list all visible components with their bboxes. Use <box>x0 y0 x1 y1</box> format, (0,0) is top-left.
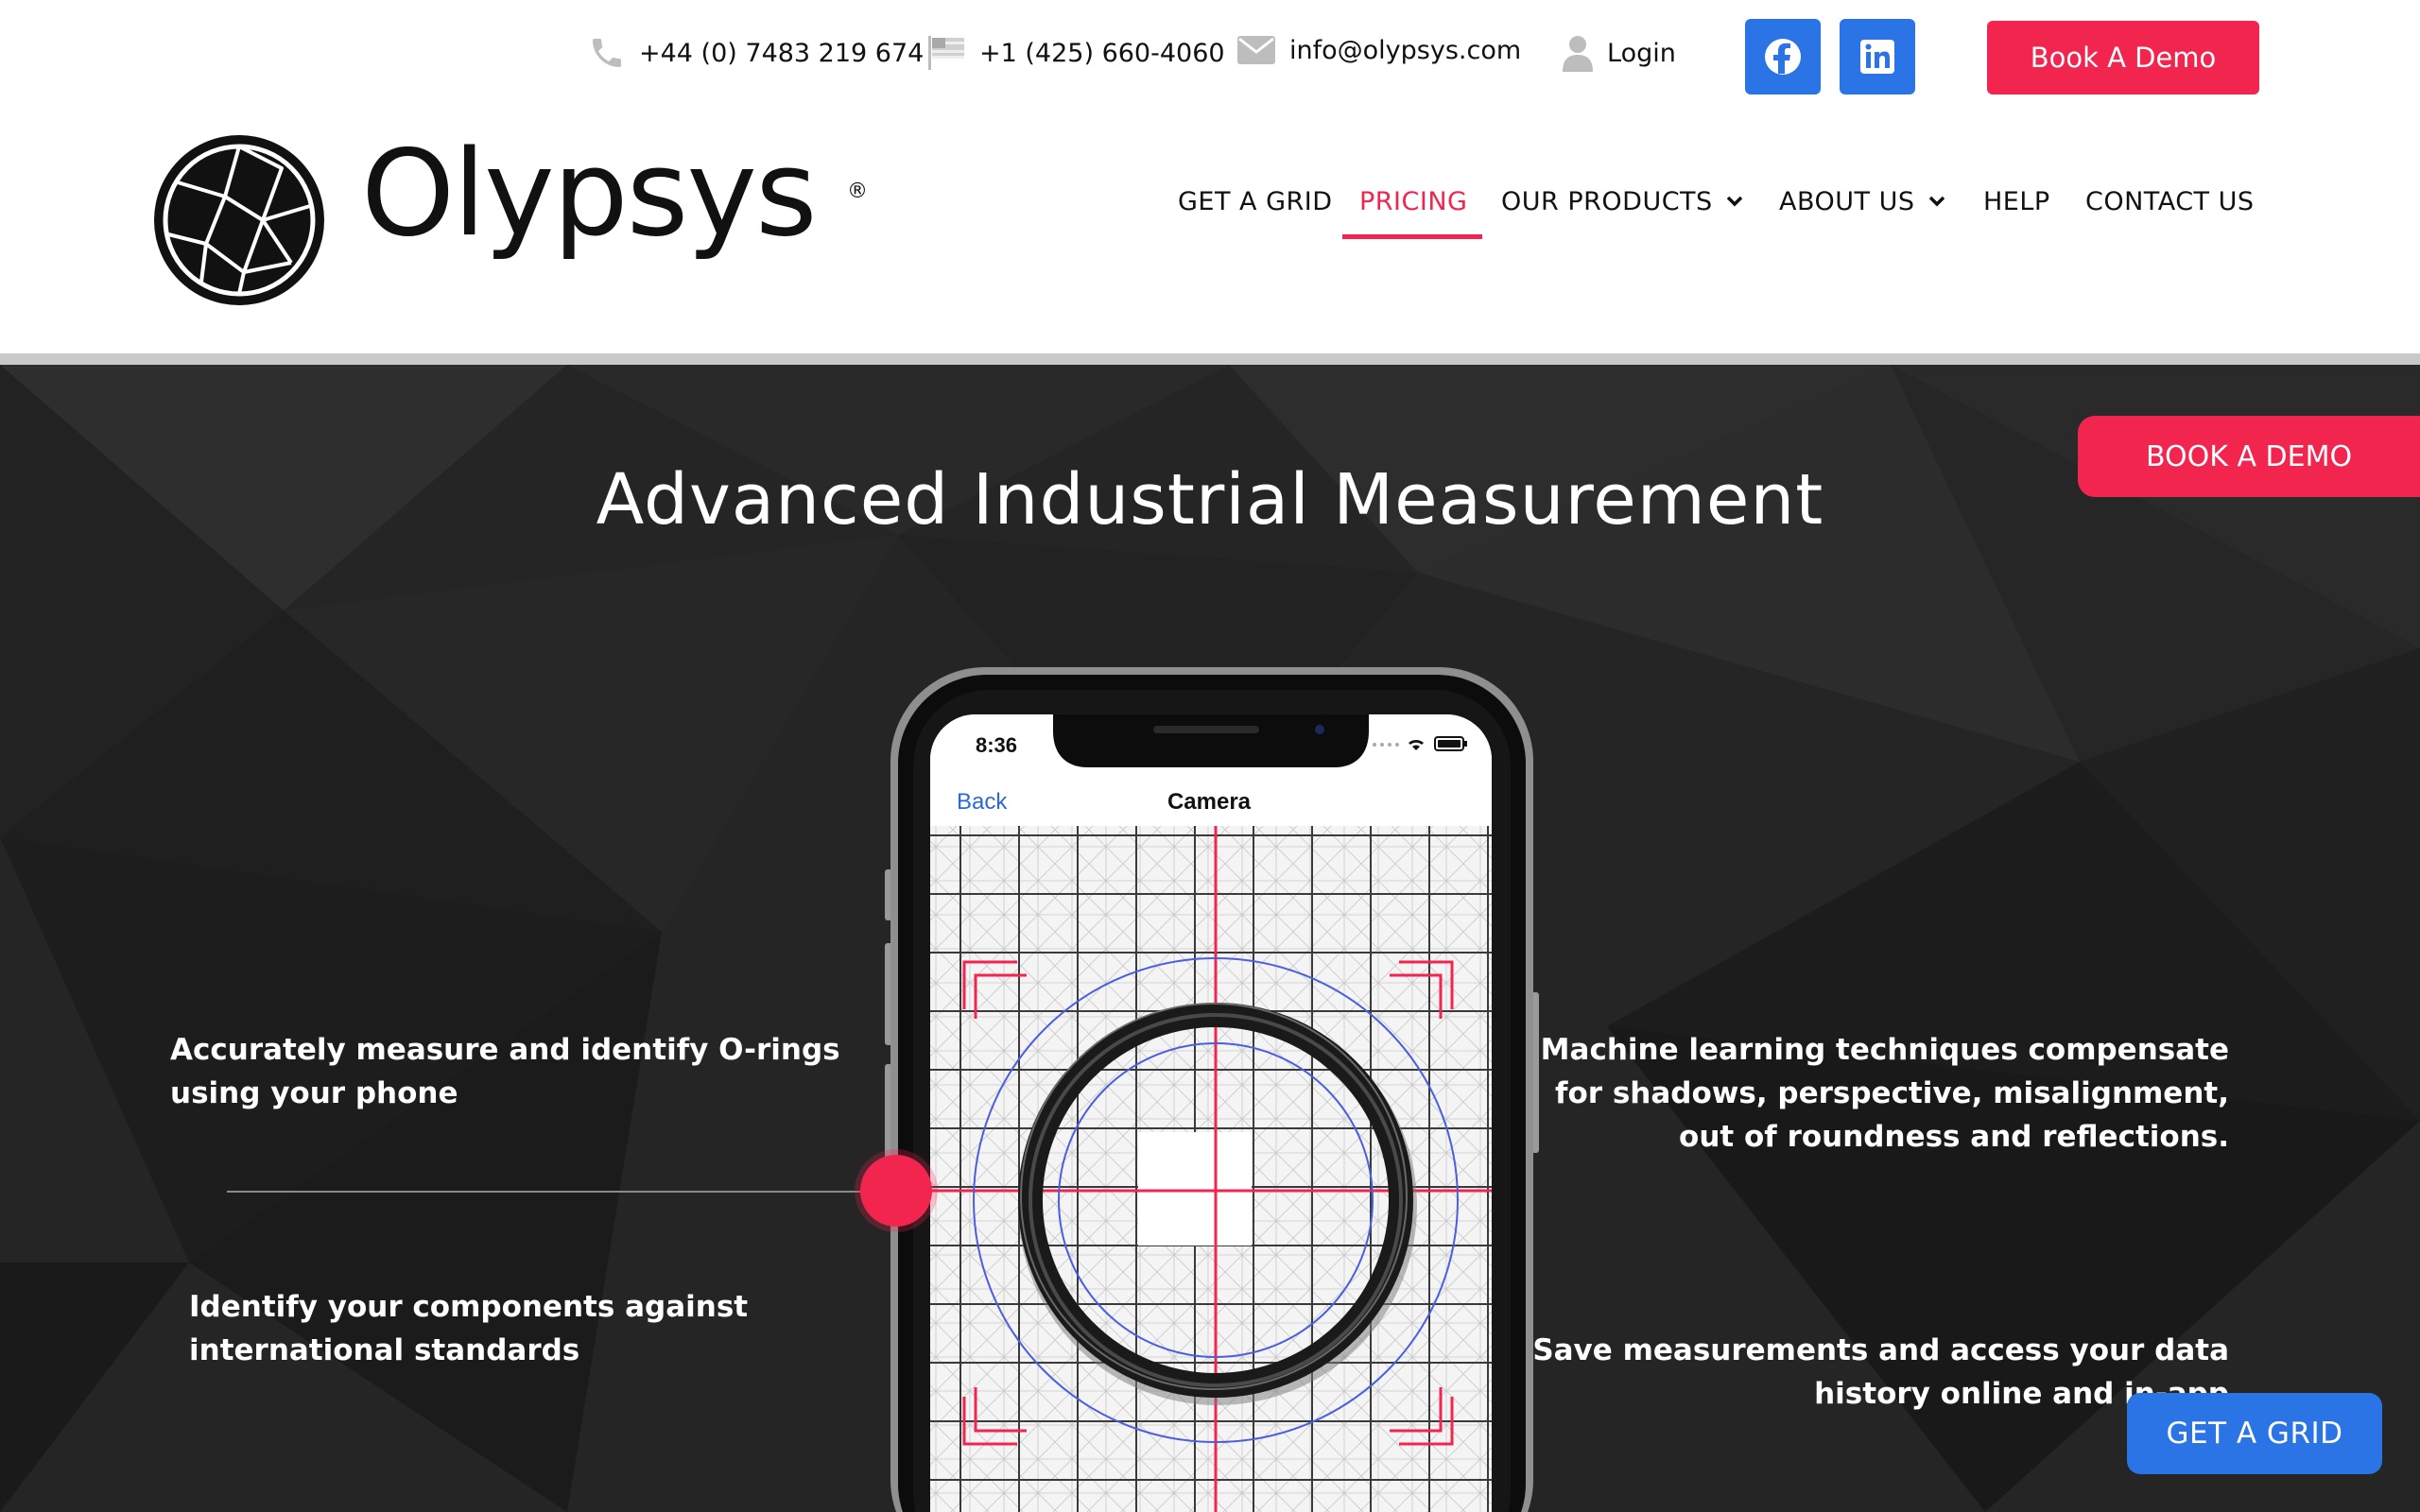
chevron-down-icon <box>1928 196 1945 207</box>
brand-name[interactable]: Olypsys <box>361 134 818 253</box>
nav-contact-us[interactable]: CONTACT US <box>2085 185 2255 217</box>
feature-save-measurements: Save measurements and access your data h… <box>1532 1333 2229 1411</box>
login-link[interactable]: Login <box>1562 34 1676 72</box>
feature-connector-line <box>227 1191 889 1193</box>
linkedin-icon <box>1859 39 1895 75</box>
chevron-down-icon <box>1726 196 1743 207</box>
phone-screen-title: Camera <box>1167 789 1252 815</box>
book-demo-button[interactable]: Book A Demo <box>1987 21 2259 94</box>
feature-identify: Identify your components against interna… <box>189 1290 749 1367</box>
envelope-icon <box>1236 34 1276 66</box>
hero-title: Advanced Industrial Measurement <box>596 459 1824 541</box>
facebook-icon <box>1764 38 1802 76</box>
olypsys-logo-icon[interactable] <box>149 130 329 314</box>
linkedin-button[interactable] <box>1840 19 1915 94</box>
status-time: 8:36 <box>976 733 1017 757</box>
nav-get-a-grid[interactable]: GET A GRID <box>1178 185 1333 217</box>
registered-mark: ® <box>847 180 868 203</box>
phone-mockup: 8:36 Back Camera <box>885 667 1539 1512</box>
phone-uk-link[interactable]: +44 (0) 7483 219 674 <box>588 34 924 72</box>
user-icon <box>1562 34 1594 72</box>
phone-us-link[interactable]: +1 (425) 660-4060 <box>926 34 1225 72</box>
phone-back-button[interactable]: Back <box>957 789 1008 815</box>
hero-section: Advanced Industrial Measurement BOOK A D… <box>0 365 2420 1512</box>
nav-help[interactable]: HELP <box>1983 185 2050 217</box>
us-flag-icon <box>926 34 966 72</box>
feature-indicator-dot[interactable] <box>860 1155 932 1227</box>
email-link[interactable]: info@olypsys.com <box>1236 34 1521 66</box>
nav-pricing[interactable]: PRICING <box>1359 185 1467 217</box>
active-nav-underline <box>1342 234 1482 239</box>
phone-icon <box>588 34 626 72</box>
nav-about-us[interactable]: ABOUT US <box>1779 185 1945 217</box>
book-demo-side-button[interactable]: BOOK A DEMO <box>2078 416 2420 497</box>
top-bar: +44 (0) 7483 219 674 +1 (425) 660-4060 i… <box>0 0 2420 113</box>
get-a-grid-floating-button[interactable]: GET A GRID <box>2127 1393 2382 1474</box>
facebook-button[interactable] <box>1745 19 1821 94</box>
header-divider <box>0 353 2420 365</box>
feature-machine-learning: Machine learning techniques compensate f… <box>1540 1033 2229 1154</box>
feature-measure: Accurately measure and identify O-rings … <box>170 1033 840 1110</box>
nav-our-products[interactable]: OUR PRODUCTS <box>1501 185 1743 217</box>
